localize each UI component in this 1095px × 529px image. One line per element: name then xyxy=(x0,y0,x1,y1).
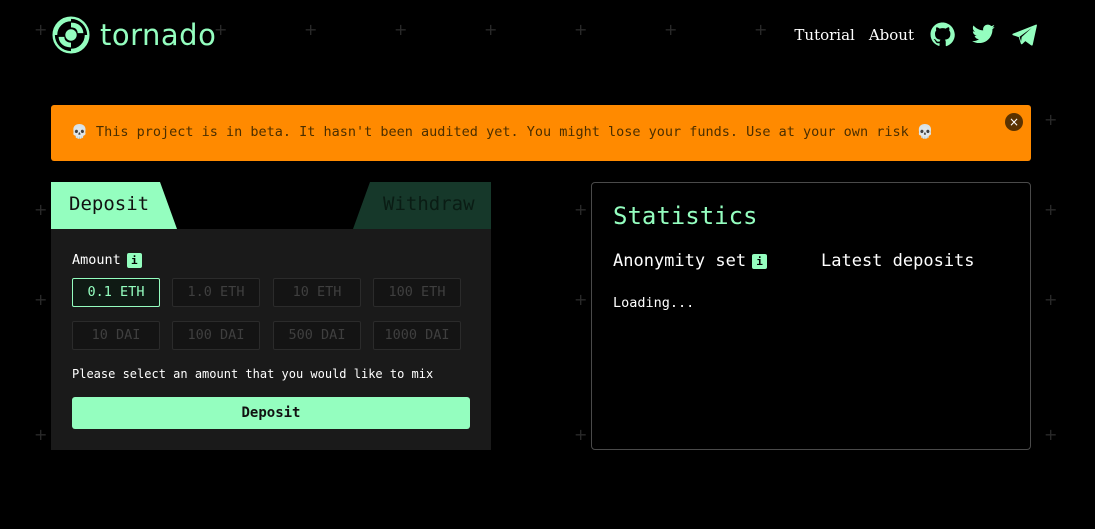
close-banner-button[interactable]: × xyxy=(1005,113,1023,131)
deposit-panel: Amount i 0.1 ETH 1.0 ETH 10 ETH 100 ETH … xyxy=(51,229,491,450)
latest-deposits-label: Latest deposits xyxy=(821,251,975,271)
tab-withdraw[interactable]: Withdraw xyxy=(353,182,491,229)
background-plus-icon: + xyxy=(484,20,498,39)
background-plus-icon: + xyxy=(754,20,768,39)
top-nav: Tutorial About xyxy=(780,22,1037,47)
anonymity-set-label: Anonymity set xyxy=(613,251,747,271)
background-plus-icon: + xyxy=(1044,200,1058,219)
background-plus-icon: + xyxy=(34,425,48,444)
background-plus-icon: + xyxy=(574,425,588,444)
brand-logo[interactable]: tornado xyxy=(52,16,216,54)
statistics-panel: Statistics Anonymity set i Latest deposi… xyxy=(591,182,1031,450)
background-plus-icon: + xyxy=(1044,290,1058,309)
tab-deposit[interactable]: Deposit xyxy=(51,182,177,229)
statistics-title: Statistics xyxy=(613,202,758,230)
info-icon[interactable]: i xyxy=(752,253,768,269)
background-plus-icon: + xyxy=(34,20,48,39)
background-plus-icon: + xyxy=(664,20,678,39)
background-plus-icon: + xyxy=(34,290,48,309)
twitter-icon[interactable] xyxy=(971,22,996,47)
amount-option-0-1-eth[interactable]: 0.1 ETH xyxy=(72,278,160,307)
amount-label-row: Amount i xyxy=(72,252,142,268)
amount-label: Amount xyxy=(72,252,121,268)
brand-name: tornado xyxy=(100,18,217,52)
amount-option-10-dai[interactable]: 10 DAI xyxy=(72,321,160,350)
background-plus-icon: + xyxy=(1044,425,1058,444)
nav-link-tutorial[interactable]: Tutorial xyxy=(794,26,854,44)
telegram-icon[interactable] xyxy=(1012,22,1037,47)
tornado-logo-icon xyxy=(52,16,90,54)
amount-option-100-eth[interactable]: 100 ETH xyxy=(373,278,461,307)
background-plus-icon: + xyxy=(304,20,318,39)
nav-link-about[interactable]: About xyxy=(869,26,914,44)
amount-option-10-eth[interactable]: 10 ETH xyxy=(273,278,361,307)
loading-text: Loading... xyxy=(613,295,695,311)
amount-option-100-dai[interactable]: 100 DAI xyxy=(172,321,260,350)
background-plus-icon: + xyxy=(1044,110,1058,129)
background-plus-icon: + xyxy=(34,200,48,219)
beta-warning-banner: 💀 This project is in beta. It hasn't bee… xyxy=(51,105,1031,161)
github-icon[interactable] xyxy=(930,22,955,47)
deposit-withdraw-tabs: Deposit Withdraw xyxy=(51,182,491,229)
info-icon[interactable]: i xyxy=(126,252,142,268)
amount-hint: Please select an amount that you would l… xyxy=(72,367,434,381)
background-plus-icon: + xyxy=(574,290,588,309)
amount-option-1000-dai[interactable]: 1000 DAI xyxy=(373,321,461,350)
beta-warning-message: 💀 This project is in beta. It hasn't bee… xyxy=(71,124,934,140)
anonymity-set-row: Anonymity set i xyxy=(613,251,768,271)
amount-option-500-dai[interactable]: 500 DAI xyxy=(273,321,361,350)
deposit-button[interactable]: Deposit xyxy=(72,397,470,429)
background-plus-icon: + xyxy=(574,200,588,219)
amount-option-1-eth[interactable]: 1.0 ETH xyxy=(172,278,260,307)
background-plus-icon: + xyxy=(574,20,588,39)
background-plus-icon: + xyxy=(394,20,408,39)
